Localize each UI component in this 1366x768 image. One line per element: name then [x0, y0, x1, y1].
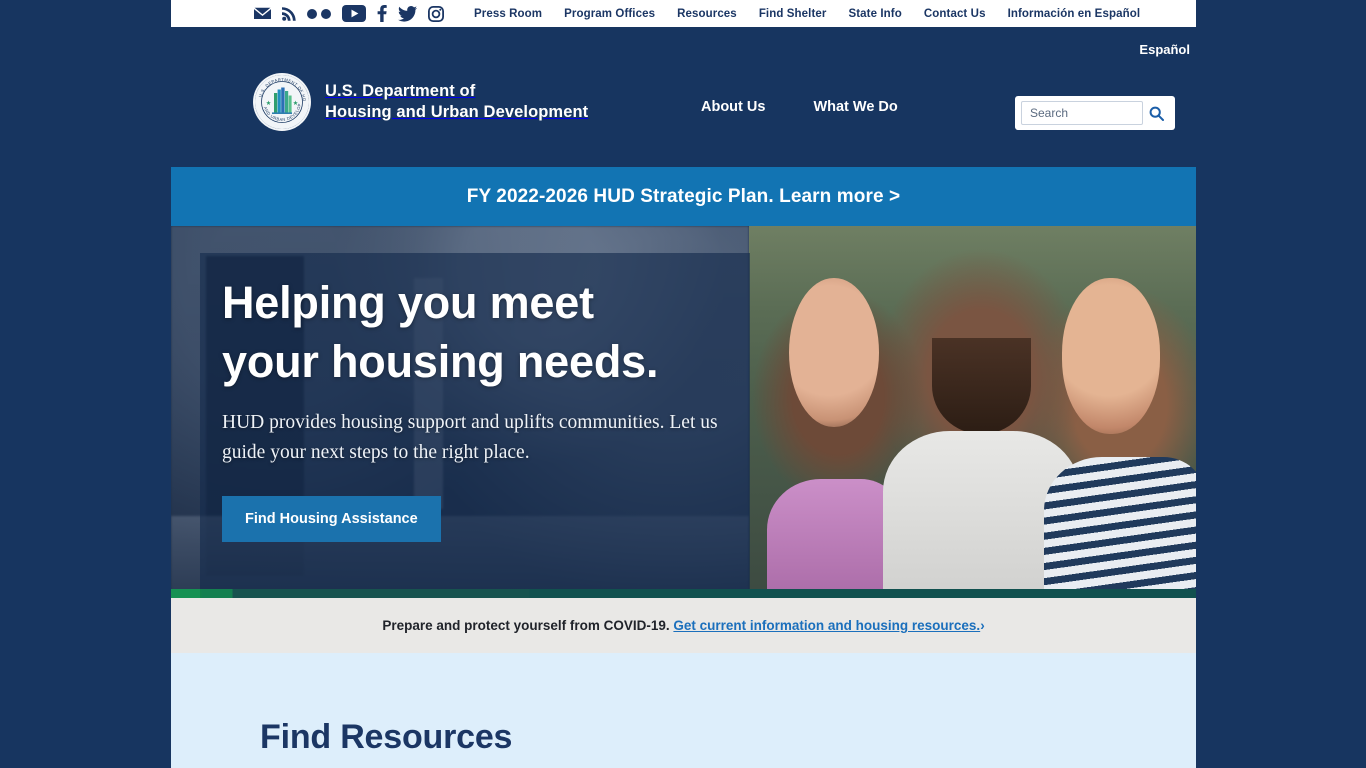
hud-seal-icon: U.S. DEPARTMENT OF HOUSING AND URBAN DEV… [253, 73, 311, 131]
hero-content: Helping you meet your housing needs. HUD… [222, 274, 742, 542]
hero-title-line-1: Helping you meet [222, 277, 594, 328]
hero-subtitle: HUD provides housing support and uplifts… [222, 412, 718, 464]
strategic-plan-banner[interactable]: FY 2022-2026 HUD Strategic Plan. Learn m… [171, 167, 1196, 226]
covid-alert-prefix: Prepare and protect yourself from COVID-… [382, 618, 674, 633]
brand-name: U.S. Department of Housing and Urban Dev… [325, 81, 588, 123]
brand-line-1: U.S. Department of [325, 81, 476, 100]
hero-accent-bar [171, 589, 1196, 598]
social-links [254, 5, 444, 22]
utility-link-program-offices[interactable]: Program Offices [564, 8, 655, 20]
site-logo-link[interactable]: U.S. DEPARTMENT OF HOUSING AND URBAN DEV… [253, 73, 588, 131]
search-input[interactable]: Search [1021, 101, 1143, 125]
utility-link-find-shelter[interactable]: Find Shelter [759, 8, 827, 20]
email-icon[interactable] [254, 7, 271, 20]
utility-link-state-info[interactable]: State Info [848, 8, 901, 20]
search-button[interactable] [1143, 100, 1169, 126]
facebook-icon[interactable] [377, 5, 387, 22]
search-container: Search [1015, 96, 1175, 130]
main-navigation: About Us What We Do [701, 99, 898, 115]
search-placeholder: Search [1030, 106, 1069, 120]
site-column: Press Room Program Offices Resources Fin… [171, 0, 1196, 768]
utility-link-press-room[interactable]: Press Room [474, 8, 542, 20]
nav-item-what-we-do[interactable]: What We Do [813, 99, 897, 115]
site-header: Español U.S. DEPARTMENT OF HOUSING [171, 27, 1196, 167]
hero-title-line-2: your housing needs. [222, 335, 659, 387]
covid-alert-text: Prepare and protect yourself from COVID-… [382, 618, 984, 633]
nav-item-about-us[interactable]: About Us [701, 99, 765, 115]
covid-resources-link[interactable]: Get current information and housing reso… [673, 618, 980, 633]
youtube-icon[interactable] [342, 5, 366, 22]
covid-alert-bar: Prepare and protect yourself from COVID-… [171, 598, 1196, 653]
strategic-plan-link[interactable]: FY 2022-2026 HUD Strategic Plan. Learn m… [467, 186, 900, 208]
find-resources-section: Find Resources [171, 653, 1196, 768]
flickr-icon[interactable] [307, 8, 331, 19]
espanol-link[interactable]: Español [1139, 42, 1190, 57]
twitter-icon[interactable] [398, 5, 417, 22]
page-root: Press Room Program Offices Resources Fin… [0, 0, 1366, 768]
covid-alert-chevron: › [980, 618, 985, 633]
hero-section: Helping you meet your housing needs. HUD… [171, 226, 1196, 598]
instagram-icon[interactable] [428, 5, 444, 22]
find-housing-assistance-button[interactable]: Find Housing Assistance [222, 495, 441, 542]
utility-link-informacion-en-espanol[interactable]: Información en Español [1008, 8, 1141, 20]
hero-family-photo [749, 226, 1196, 598]
rss-icon[interactable] [282, 6, 296, 21]
utility-links: Press Room Program Offices Resources Fin… [474, 8, 1140, 20]
utility-link-contact-us[interactable]: Contact Us [924, 8, 986, 20]
brand-line-2: Housing and Urban Development [325, 103, 589, 121]
find-resources-heading: Find Resources [260, 718, 513, 756]
utility-link-resources[interactable]: Resources [677, 8, 737, 20]
hero-title: Helping you meet your housing needs. [222, 274, 742, 391]
utility-top-bar: Press Room Program Offices Resources Fin… [171, 0, 1196, 27]
